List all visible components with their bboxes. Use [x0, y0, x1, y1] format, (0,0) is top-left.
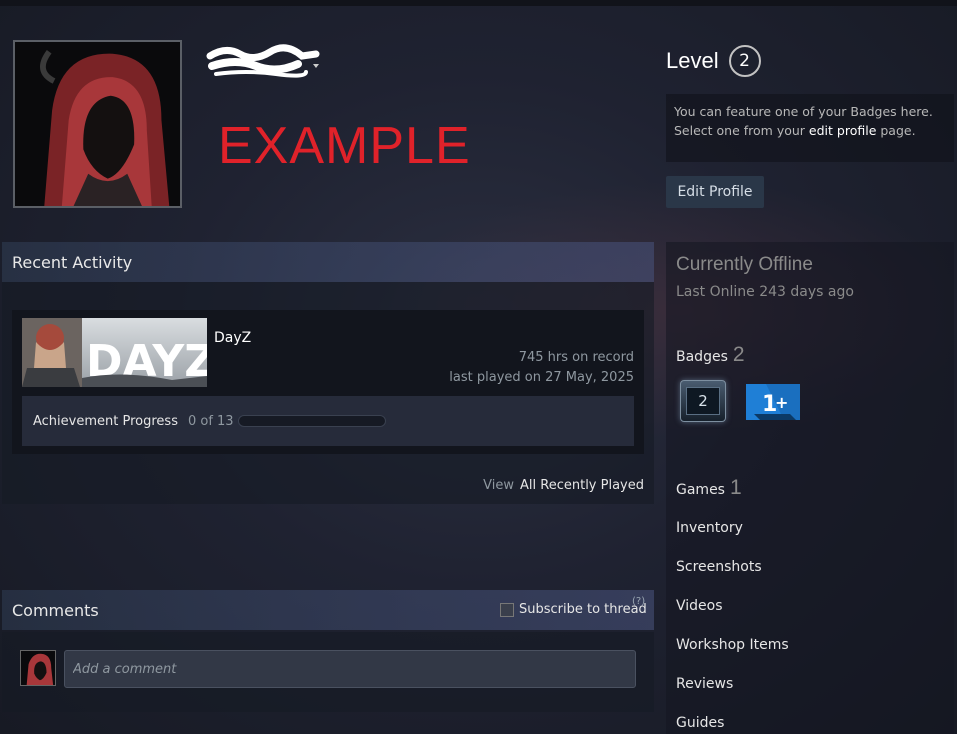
sidebar-item-badges[interactable]: Badges 2 — [676, 343, 745, 367]
comments-title: Comments — [12, 600, 99, 620]
help-icon[interactable]: (?) — [632, 596, 645, 607]
sidebar-item-inventory[interactable]: Inventory — [676, 520, 743, 536]
online-status: Currently Offline — [676, 254, 813, 275]
redacted-name — [206, 44, 320, 78]
view-all-recently-played[interactable]: View All Recently Played — [483, 478, 644, 493]
view-label: View — [483, 478, 515, 493]
game-name[interactable]: DayZ — [214, 330, 251, 346]
sidebar-item-reviews[interactable]: Reviews — [676, 676, 733, 692]
example-text: EXAMPLE — [218, 117, 471, 175]
game-last-played: last played on 27 May, 2025 — [449, 370, 634, 385]
checkbox-icon[interactable] — [500, 602, 514, 617]
subscribe-checkbox[interactable]: Subscribe to thread — [500, 602, 647, 617]
badges-label: Badges — [676, 349, 728, 365]
badge-icon-years[interactable]: 1 + — [746, 384, 800, 420]
recent-activity-header: Recent Activity — [2, 242, 654, 282]
subscribe-label: Subscribe to thread — [519, 602, 647, 617]
dayz-capsule-image[interactable]: DAYZ — [22, 318, 207, 387]
achievement-label: Achievement Progress — [33, 413, 178, 429]
level-badge[interactable]: 2 — [728, 45, 761, 77]
sidebar-item-screenshots[interactable]: Screenshots — [676, 559, 762, 575]
sidebar-item-videos[interactable]: Videos — [676, 598, 723, 614]
games-count: 1 — [729, 476, 742, 499]
sidebar-item-workshop-items[interactable]: Workshop Items — [676, 637, 789, 653]
badge-feature-text-post: page. — [876, 123, 916, 138]
commenter-avatar — [20, 650, 56, 686]
all-recently-played-link[interactable]: All Recently Played — [520, 478, 644, 493]
svg-text:+: + — [775, 393, 788, 412]
badge-feature-text-pre: Select one from your — [674, 123, 809, 138]
level-label: Level — [666, 48, 719, 73]
sidebar-item-guides[interactable]: Guides — [676, 715, 724, 731]
badge-feature-text: You can feature one of your Badges here. — [674, 104, 933, 119]
edit-profile-button[interactable]: Edit Profile — [666, 176, 764, 208]
achievement-progress[interactable]: Achievement Progress 0 of 13 — [22, 396, 634, 446]
achievement-progress-bar — [237, 415, 386, 427]
featured-badge-box: You can feature one of your Badges here.… — [666, 94, 954, 162]
games-label: Games — [676, 482, 725, 498]
sidebar-item-games[interactable]: Games 1 — [676, 476, 742, 500]
game-hours: 745 hrs on record — [518, 350, 634, 365]
edit-profile-link[interactable]: edit profile — [809, 123, 876, 138]
comment-input[interactable] — [64, 650, 636, 688]
top-bar — [0, 0, 957, 6]
badge-icon-level-text: 2 — [686, 387, 720, 415]
badge-icon-level[interactable]: 2 — [680, 380, 726, 422]
profile-level: Level 2 — [666, 45, 761, 77]
profile-avatar[interactable] — [13, 40, 182, 208]
recent-activity-title: Recent Activity — [12, 252, 133, 272]
last-online: Last Online 243 days ago — [676, 284, 854, 300]
achievement-count: 0 of 13 — [187, 413, 234, 429]
badges-count: 2 — [732, 343, 745, 366]
